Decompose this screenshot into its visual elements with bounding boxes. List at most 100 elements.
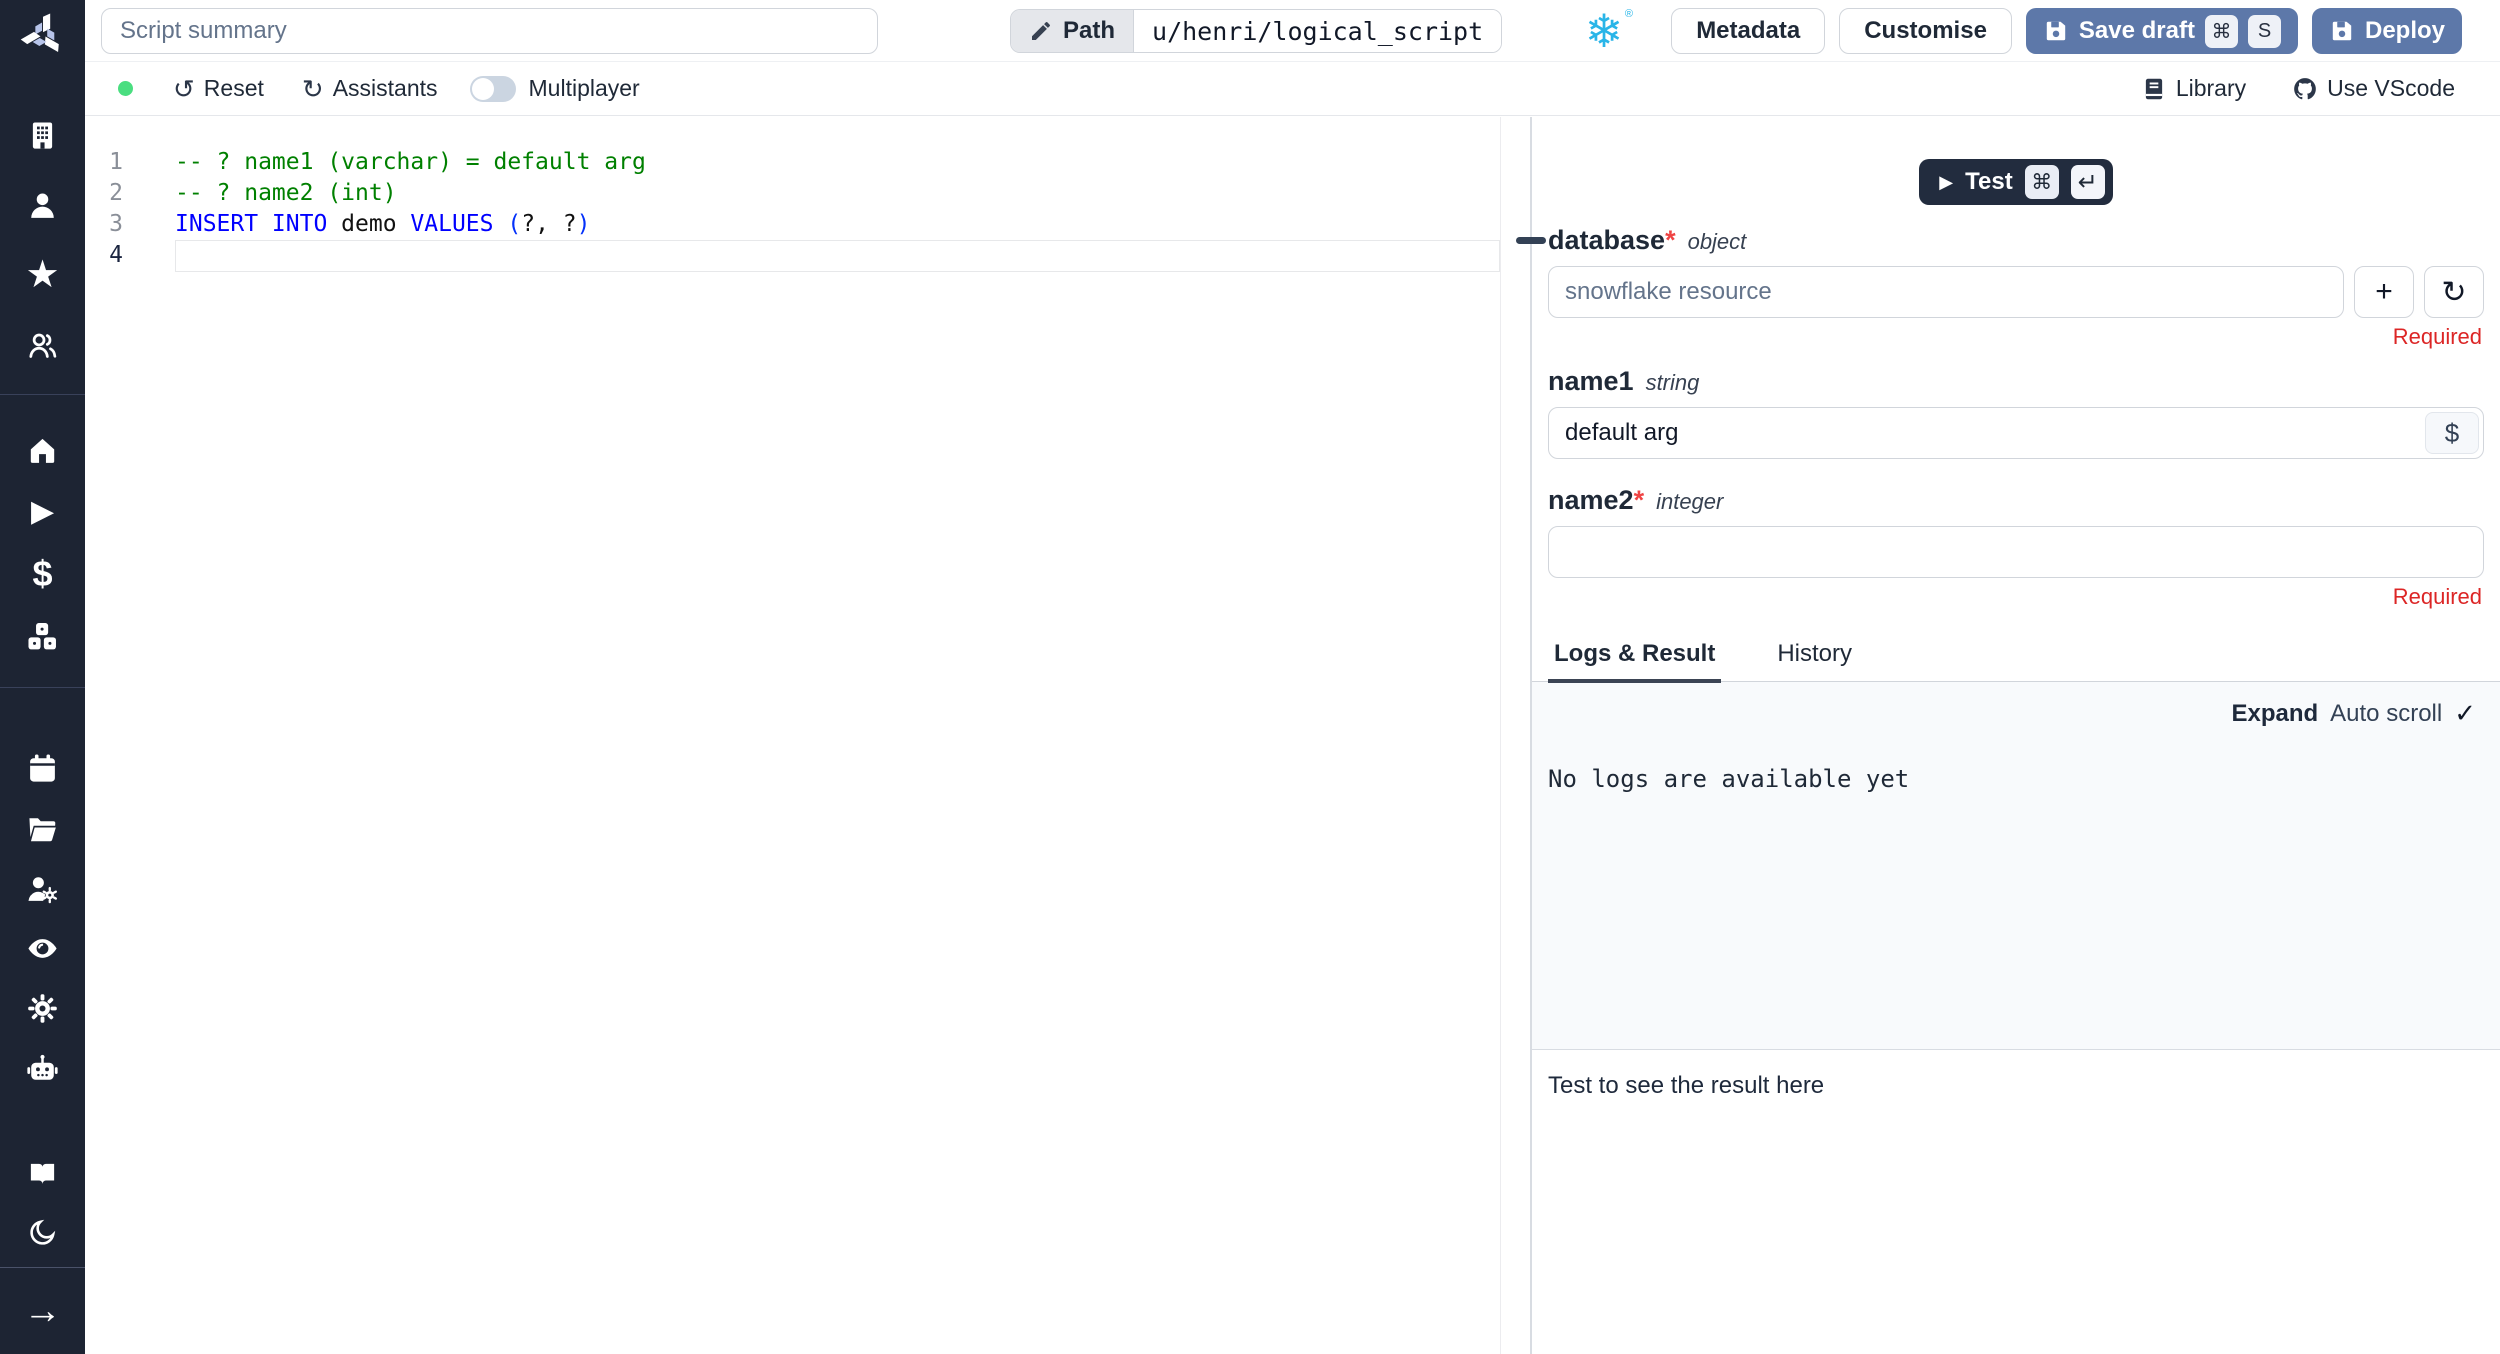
line-number: 2 xyxy=(109,180,123,206)
required-message: Required xyxy=(2392,324,2482,349)
cubes-icon xyxy=(26,620,59,653)
result-tabs: Logs & Result History xyxy=(1532,640,2500,683)
kbd-cmd: ⌘ xyxy=(2024,165,2059,199)
metadata-button[interactable]: Metadata xyxy=(1671,8,1826,54)
kbd-enter: ↵ xyxy=(2070,165,2105,199)
connection-status-dot xyxy=(118,81,133,96)
sidebar-item-folder[interactable] xyxy=(0,798,85,858)
field-label-name2: name2 * integer xyxy=(1548,485,1724,515)
result-panel: Test to see the result here xyxy=(1532,1050,2500,1354)
required-message: Required xyxy=(2392,584,2482,609)
pane-divider[interactable] xyxy=(1516,117,1546,1354)
field-type: integer xyxy=(1656,489,1724,514)
variable-picker-button[interactable]: $ xyxy=(2425,412,2479,454)
topbar: Path u/henri/logical_script ❄ ® Metadata… xyxy=(85,0,2500,62)
line-number: 1 xyxy=(109,149,123,175)
path-group: Path u/henri/logical_script xyxy=(1010,9,1503,53)
autoscroll-checkbox[interactable]: ✓ xyxy=(2454,698,2476,729)
sidebar-item-collapse[interactable]: → xyxy=(0,1268,85,1354)
sidebar-item-moon[interactable] xyxy=(0,1197,85,1267)
sidebar-divider xyxy=(0,687,85,688)
save-icon xyxy=(2332,21,2352,41)
sidebar-item-user[interactable] xyxy=(0,170,85,240)
name1-input[interactable] xyxy=(1548,407,2484,459)
path-label: Path xyxy=(1063,17,1116,44)
windmill-logo[interactable] xyxy=(0,0,85,70)
code-line-1[interactable]: 1 -- ? name1 (varchar) = default arg xyxy=(85,147,1530,178)
users-icon xyxy=(26,329,59,362)
sidebar-item-users[interactable] xyxy=(0,310,85,380)
script-path-value[interactable]: u/henri/logical_script xyxy=(1134,10,1502,52)
assistants-button[interactable]: ↻ Assistants xyxy=(302,75,438,102)
field-type: string xyxy=(1645,370,1700,395)
github-icon xyxy=(2294,77,2316,99)
required-star: * xyxy=(1633,485,1645,515)
tab-history[interactable]: History xyxy=(1771,640,1858,681)
sidebar-divider xyxy=(0,394,85,395)
save-draft-button[interactable]: Save draft ⌘ S xyxy=(2025,8,2298,54)
code-text: INSERT INTO demo VALUES (?, ?) xyxy=(175,211,591,237)
user-icon xyxy=(26,189,59,222)
editor-right-edge xyxy=(1500,117,1501,1354)
app-sidebar: ★ ▶ $ → xyxy=(0,0,85,1354)
sidebar-item-user-cog[interactable] xyxy=(0,858,85,918)
use-vscode-button[interactable]: Use VScode xyxy=(2292,75,2455,102)
kbd-cmd: ⌘ xyxy=(2204,14,2238,48)
moon-icon xyxy=(27,1217,58,1248)
name2-input[interactable] xyxy=(1548,526,2484,578)
add-resource-button[interactable]: + xyxy=(2354,266,2414,318)
refresh-resource-button[interactable]: ↻ xyxy=(2424,266,2484,318)
sidebar-item-play[interactable]: ▶ xyxy=(0,481,85,543)
folder-icon xyxy=(26,812,59,845)
snowflake-language-logo: ❄ ® xyxy=(1584,5,1633,57)
eye-icon xyxy=(26,932,59,965)
code-line-2[interactable]: 2 -- ? name2 (int) xyxy=(85,178,1530,209)
sidebar-item-building[interactable] xyxy=(0,100,85,170)
tab-logs-result[interactable]: Logs & Result xyxy=(1548,640,1722,683)
sidebar-item-dollar[interactable]: $ xyxy=(0,543,85,605)
database-input[interactable] xyxy=(1548,266,2344,318)
pencil-icon xyxy=(1032,22,1050,40)
multiplayer-label: Multiplayer xyxy=(528,75,640,101)
edit-path-button[interactable]: Path xyxy=(1011,10,1135,52)
script-summary-input[interactable] xyxy=(101,8,878,54)
home-icon xyxy=(26,434,59,467)
result-placeholder-text: Test to see the result here xyxy=(1548,1072,1825,1099)
sidebar-item-star[interactable]: ★ xyxy=(0,240,85,310)
play-icon: ▶ xyxy=(1939,171,1954,192)
test-button[interactable]: ▶ Test ⌘ ↵ xyxy=(1919,159,2113,205)
test-panel: ▶ Test ⌘ ↵ database* object + ↻ Required… xyxy=(1532,117,2500,1354)
multiplayer-toggle[interactable] xyxy=(469,75,516,102)
sidebar-item-robot[interactable] xyxy=(0,1038,85,1098)
sidebar-item-book-open[interactable] xyxy=(0,1149,85,1197)
customise-button[interactable]: Customise xyxy=(1839,8,2012,54)
pane-resize-handle[interactable] xyxy=(1516,237,1546,244)
required-star: * xyxy=(1665,225,1676,255)
sidebar-item-calendar[interactable] xyxy=(0,738,85,798)
star-icon: ★ xyxy=(25,254,60,296)
snowflake-icon: ❄ xyxy=(1584,5,1624,57)
save-icon xyxy=(2046,21,2066,41)
code-text: -- ? name2 (int) xyxy=(175,180,397,206)
deploy-button[interactable]: Deploy xyxy=(2311,8,2462,54)
dollar-icon: $ xyxy=(32,553,53,594)
sidebar-item-cubes[interactable] xyxy=(0,605,85,667)
line-number: 4 xyxy=(109,242,123,268)
kbd-s: S xyxy=(2247,14,2281,48)
reset-button[interactable]: ↺ Reset xyxy=(173,75,264,102)
calendar-icon xyxy=(26,752,59,785)
logs-panel: Expand Auto scroll ✓ No logs are availab… xyxy=(1532,682,2500,1050)
sidebar-item-home[interactable] xyxy=(0,419,85,481)
sidebar-item-eye[interactable] xyxy=(0,918,85,978)
library-button[interactable]: Library xyxy=(2141,75,2246,102)
field-label-database: database * object xyxy=(1548,225,1747,255)
sidebar-item-gear[interactable] xyxy=(0,978,85,1038)
logs-empty-text: No logs are available yet xyxy=(1548,765,1910,793)
book-icon xyxy=(2145,78,2162,99)
expand-button[interactable]: Expand xyxy=(2231,700,2318,728)
user-cog-icon xyxy=(26,872,59,905)
code-editor[interactable]: 1 -- ? name1 (varchar) = default arg 2 -- ?… xyxy=(85,117,1530,1354)
play-icon: ▶ xyxy=(30,495,55,528)
gear-icon xyxy=(26,992,59,1025)
code-line-3[interactable]: 3 INSERT INTO demo VALUES (?, ?) xyxy=(85,209,1530,240)
